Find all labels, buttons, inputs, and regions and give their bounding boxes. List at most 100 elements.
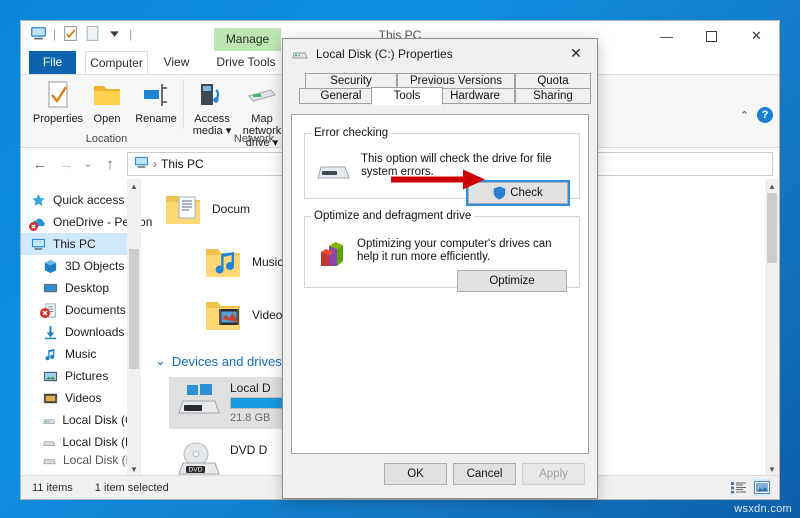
svg-text:DVD: DVD [189,467,203,474]
local-disk-icon [292,52,308,59]
breadcrumb-separator: › [153,157,157,171]
list-item-label: Docum [212,202,251,216]
sidebar-item-desktop[interactable]: Desktop [21,277,141,299]
ribbon-properties-label: Properties [32,113,84,125]
tab-quota[interactable]: Quota [515,73,591,89]
access-media-icon [186,78,238,110]
sidebar-item-onedrive[interactable]: OneDrive - Person [21,211,152,233]
chevron-down-icon[interactable]: ▼ [127,462,141,476]
tab-file[interactable]: File [29,51,76,74]
dialog-tab-strip: Security Previous Versions Quota General… [291,73,591,105]
chevron-up-icon[interactable]: ⌃ [740,109,749,122]
optimize-description: Optimizing your computer's drives can he… [357,238,552,263]
ribbon-group-location: Properties Open Rename Location [29,75,184,147]
properties-icon [32,78,84,110]
onedrive-icon [29,215,46,231]
sidebar-item-documents[interactable]: Documents [21,299,141,321]
help-icon[interactable]: ? [757,107,773,123]
ribbon-access-media-button[interactable]: Access media ▾ [186,78,238,137]
up-button[interactable]: ↑ [97,151,123,177]
tab-hardware[interactable]: Hardware [435,88,515,104]
ribbon-properties-button[interactable]: Properties [32,78,84,125]
downloads-icon [44,325,57,339]
desktop-icon [43,283,58,292]
maximize-button[interactable] [689,21,734,51]
sidebar-item-3d-objects[interactable]: 3D Objects [21,255,141,277]
sidebar-item-label: Quick access [53,193,125,207]
minimize-button[interactable]: — [644,21,689,51]
sidebar-item-quick-access[interactable]: Quick access [21,189,141,211]
chevron-up-icon[interactable]: ▲ [127,179,141,193]
chevron-down-icon[interactable]: ⌄ [155,353,166,369]
back-button[interactable]: ← [27,151,53,177]
sidebar-item-label: Documents [65,303,126,317]
cancel-button[interactable]: Cancel [453,463,516,485]
optimize-legend: Optimize and defragment drive [314,210,472,222]
chevron-down-icon[interactable]: ▼ [765,462,779,476]
check-button-label: Check [510,187,543,199]
quick-access-toolbar: | | [30,25,133,42]
sidebar-item-music[interactable]: Music [21,343,141,365]
defrag-icon [321,242,343,266]
sidebar-item-local-disk-d[interactable]: Local Disk (D:) [21,431,141,453]
hard-drive-icon [317,166,350,179]
recent-locations-button[interactable]: ⌄ [79,151,97,177]
sidebar-item-downloads[interactable]: Downloads [21,321,141,343]
content-pane-scrollbar[interactable]: ▲ ▼ [765,179,779,476]
dialog-title-bar: Local Disk (C:) Properties ✕ [283,39,597,69]
status-item-count: 11 items [32,481,73,494]
details-view-button[interactable] [729,479,747,496]
group-header-devices-and-drives[interactable]: ⌄ Devices and drives [155,353,282,369]
ribbon-open-button[interactable]: Open [81,78,133,125]
status-selection: 1 item selected [94,481,169,494]
documents-folder-icon [163,191,203,227]
contextual-tab-header: Manage [214,28,281,51]
sidebar-item-this-pc[interactable]: This PC [21,233,141,255]
view-buttons [729,479,771,496]
optimize-button-label: Optimize [489,275,535,287]
breadcrumb-item-this-pc[interactable]: This PC [161,157,204,171]
this-pc-icon[interactable] [30,25,47,42]
rename-icon [130,78,182,110]
star-icon [32,193,45,206]
list-item[interactable]: Music [203,244,283,280]
window-controls: — ✕ [644,21,779,51]
new-folder-icon[interactable] [84,25,101,42]
tab-computer[interactable]: Computer [85,51,148,74]
nav-pane-scrollbar[interactable]: ▲ ▼ [127,179,141,476]
documents-error-icon [40,302,58,318]
list-item[interactable]: Docum [163,191,250,227]
tab-tools[interactable]: Tools [371,87,443,105]
navigation-pane: Quick access OneDrive - Person This PC 3… [21,179,152,476]
dialog-close-button[interactable]: ✕ [555,39,597,67]
drive-item-dvd[interactable]: DVD DVD D [175,441,267,476]
ok-button[interactable]: OK [384,463,447,485]
tab-sharing[interactable]: Sharing [515,88,591,104]
dialog-footer: OK Cancel Apply [283,454,597,498]
forward-button[interactable]: → [53,151,79,177]
sidebar-item-label: This PC [53,237,96,251]
local-disk-c-icon [43,418,56,424]
qat-separator-2: | [129,26,133,41]
sidebar-item-videos[interactable]: Videos [21,387,141,409]
scrollbar-thumb[interactable] [129,249,139,369]
qat-separator-1: | [53,26,57,41]
optimize-button[interactable]: Optimize [457,270,567,292]
sidebar-item-local-disk-e[interactable]: Local Disk (E:) [21,453,141,467]
properties-icon[interactable] [62,25,79,42]
ribbon-rename-button[interactable]: Rename [130,78,182,125]
list-item[interactable]: Videos [203,297,288,333]
tab-view[interactable]: View [154,51,199,74]
tab-drive-tools[interactable]: Drive Tools [210,51,282,74]
windows-drive-icon [178,384,220,414]
apply-button: Apply [522,463,585,485]
chevron-up-icon[interactable]: ▲ [765,179,779,193]
ribbon-open-label: Open [93,113,121,125]
large-icons-view-button[interactable] [753,479,771,496]
close-button[interactable]: ✕ [734,21,779,51]
customize-dropdown-icon[interactable] [106,25,123,42]
sidebar-item-pictures[interactable]: Pictures [21,365,141,387]
scrollbar-thumb[interactable] [767,193,777,263]
sidebar-item-local-disk-c[interactable]: Local Disk (C:) [21,409,141,431]
sidebar-item-label: 3D Objects [65,259,125,273]
